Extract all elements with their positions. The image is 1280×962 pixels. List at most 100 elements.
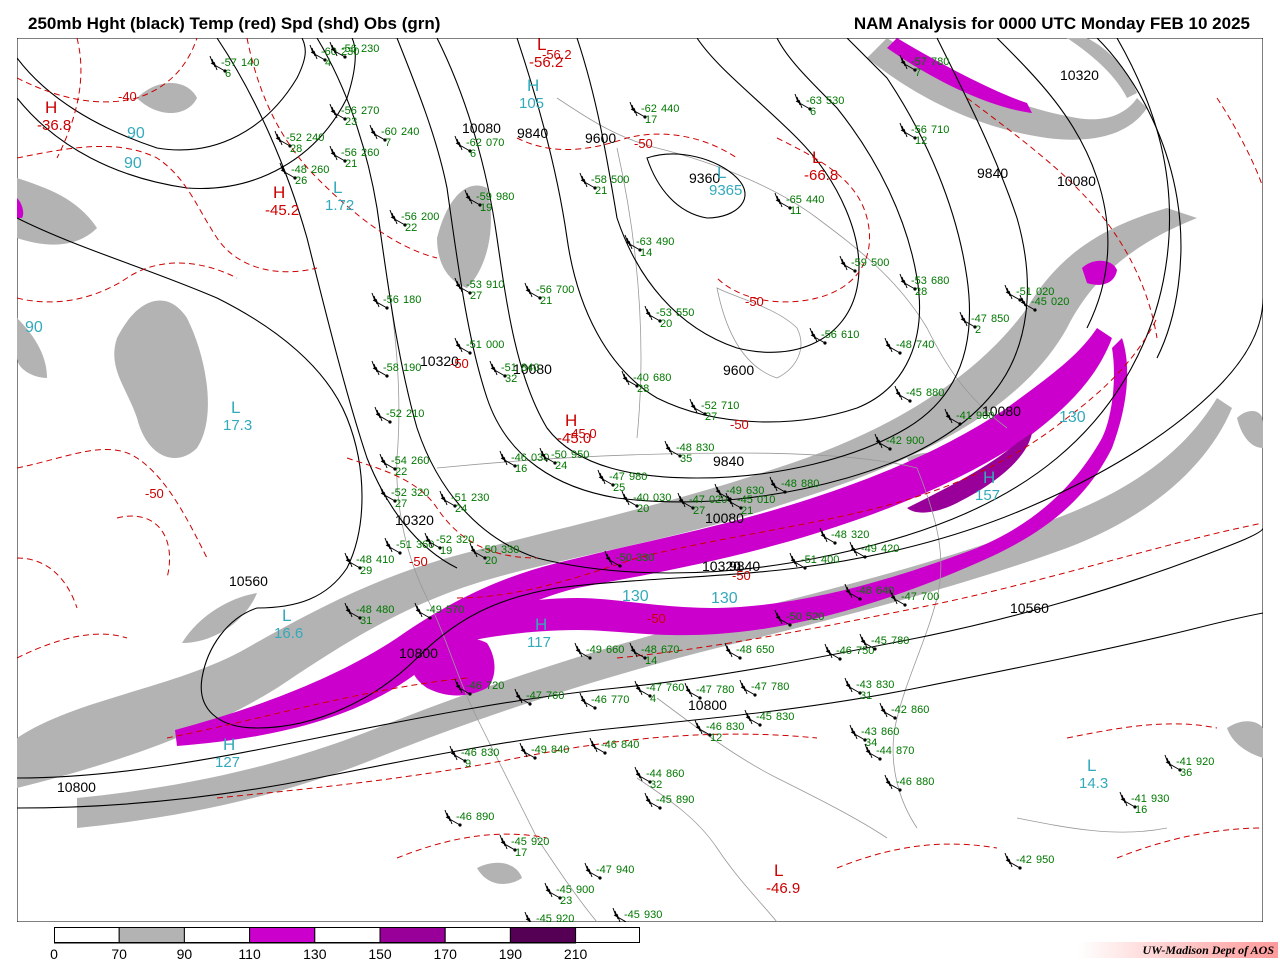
- station-height: 240: [306, 132, 324, 144]
- station-dewpoint: 7: [915, 67, 921, 79]
- station-height: 440: [661, 103, 679, 115]
- map-title-left: 250mb Hght (black) Temp (red) Spd (shd) …: [28, 14, 441, 33]
- height-contour-label: 10080: [705, 510, 744, 526]
- pressure-center-value: -56.2: [529, 54, 563, 71]
- station-height: 260: [411, 455, 429, 467]
- station-dot: [698, 696, 702, 700]
- station-dewpoint: 27: [470, 290, 482, 302]
- temp-contour-label: -50: [730, 417, 749, 432]
- station-temp: -51: [801, 554, 817, 566]
- station-dewpoint: 17: [515, 847, 527, 859]
- station-height: 860: [666, 768, 684, 780]
- station-height: 700: [556, 284, 574, 296]
- temp-contour-label: -50: [732, 568, 751, 583]
- height-contour-label: 10560: [229, 573, 268, 589]
- station-height: 270: [361, 105, 379, 117]
- station-height: 760: [546, 690, 564, 702]
- station-temp: -51: [396, 539, 412, 551]
- station-height: 950: [571, 449, 589, 461]
- station-dot: [803, 566, 807, 570]
- station-height: 630: [746, 485, 764, 497]
- station-dewpoint: 23: [560, 895, 572, 907]
- pressure-center-letter: H: [565, 411, 577, 430]
- station-temp: -46: [591, 694, 607, 706]
- pressure-center-value: 14.3: [1079, 775, 1108, 792]
- station-height: 410: [376, 554, 394, 566]
- legend-box: [54, 927, 120, 944]
- legend-box: [118, 927, 185, 944]
- speed-value-label: 130: [622, 588, 649, 605]
- station-temp: -42: [886, 435, 902, 447]
- station-height: 900: [906, 435, 924, 447]
- weather-map: 10080 9840 96009360 9840 1008010320100809600…: [17, 38, 1263, 922]
- station-temp: -47: [526, 690, 542, 702]
- station-height: 530: [826, 95, 844, 107]
- station-temp: -45: [656, 794, 672, 806]
- station-height: 320: [851, 529, 869, 541]
- station-height: 660: [606, 644, 624, 656]
- station-height: 830: [726, 721, 744, 733]
- station-dot: [893, 716, 897, 720]
- station-temp: -45: [536, 913, 552, 922]
- station-dot: [863, 555, 867, 559]
- station-height: 020: [1051, 296, 1069, 308]
- temp-contour-label: -50: [634, 136, 653, 151]
- pressure-center-letter: H: [223, 735, 235, 754]
- station-height: 650: [756, 644, 774, 656]
- station-height: 880: [916, 776, 934, 788]
- station-height: 720: [486, 680, 504, 692]
- station-dot: [598, 876, 602, 880]
- pressure-center-value: 17.3: [223, 417, 252, 434]
- station-height: 400: [821, 554, 839, 566]
- speed-value-label: 90: [127, 125, 145, 142]
- station-dot: [903, 603, 907, 607]
- station-dot: [618, 564, 622, 568]
- station-dewpoint: 2: [975, 324, 981, 336]
- station-height: 840: [621, 739, 639, 751]
- station-dewpoint: 27: [395, 498, 407, 510]
- station-dot: [783, 490, 787, 494]
- station-dot: [858, 597, 862, 601]
- station-dot: [853, 269, 857, 273]
- station-temp: -49: [861, 543, 877, 555]
- station-temp: -47: [751, 681, 767, 693]
- station-dewpoint: 7: [385, 137, 391, 149]
- station-height: 260: [311, 164, 329, 176]
- station-height: 780: [891, 635, 909, 647]
- pressure-center-value: 157: [975, 487, 1000, 504]
- station-dot: [753, 693, 757, 697]
- station-height: 320: [411, 487, 429, 499]
- station-dewpoint: 12: [915, 135, 927, 147]
- station-dot: [385, 374, 389, 378]
- station-height: 910: [486, 279, 504, 291]
- height-contour-label: 10560: [1010, 600, 1049, 616]
- station-height: 880: [926, 387, 944, 399]
- station-height: 700: [921, 591, 939, 603]
- station-height: 550: [676, 307, 694, 319]
- map-title-right: NAM Analysis for 0000 UTC Monday FEB 10 …: [853, 14, 1250, 33]
- legend-box: [183, 927, 251, 944]
- pressure-center-value: -45.2: [265, 202, 299, 219]
- station-dot: [878, 757, 882, 761]
- station-dewpoint: 32: [505, 373, 517, 385]
- pressure-center-value: 117: [527, 634, 551, 651]
- station-temp: -45: [906, 387, 922, 399]
- pressure-center-value: -36.8: [37, 117, 71, 134]
- station-height: 000: [486, 339, 504, 351]
- station-height: 440: [806, 194, 824, 206]
- height-contour-label: 10800: [57, 779, 96, 795]
- station-dewpoint: 21: [741, 505, 753, 517]
- station-height: 920: [1196, 756, 1214, 768]
- station-dewpoint: 25: [613, 482, 625, 494]
- station-temp: -47: [901, 591, 917, 603]
- station-height: 190: [403, 362, 421, 374]
- station-temp: -46: [466, 680, 482, 692]
- station-dewpoint: 24: [555, 460, 567, 472]
- station-height: 880: [801, 478, 819, 490]
- station-temp: -45: [1031, 296, 1047, 308]
- height-contour-label: 10320: [395, 512, 434, 528]
- station-dot: [833, 541, 837, 545]
- station-height: 240: [401, 126, 419, 138]
- pressure-center-letter: H: [527, 76, 539, 95]
- station-temp: -56: [341, 43, 357, 55]
